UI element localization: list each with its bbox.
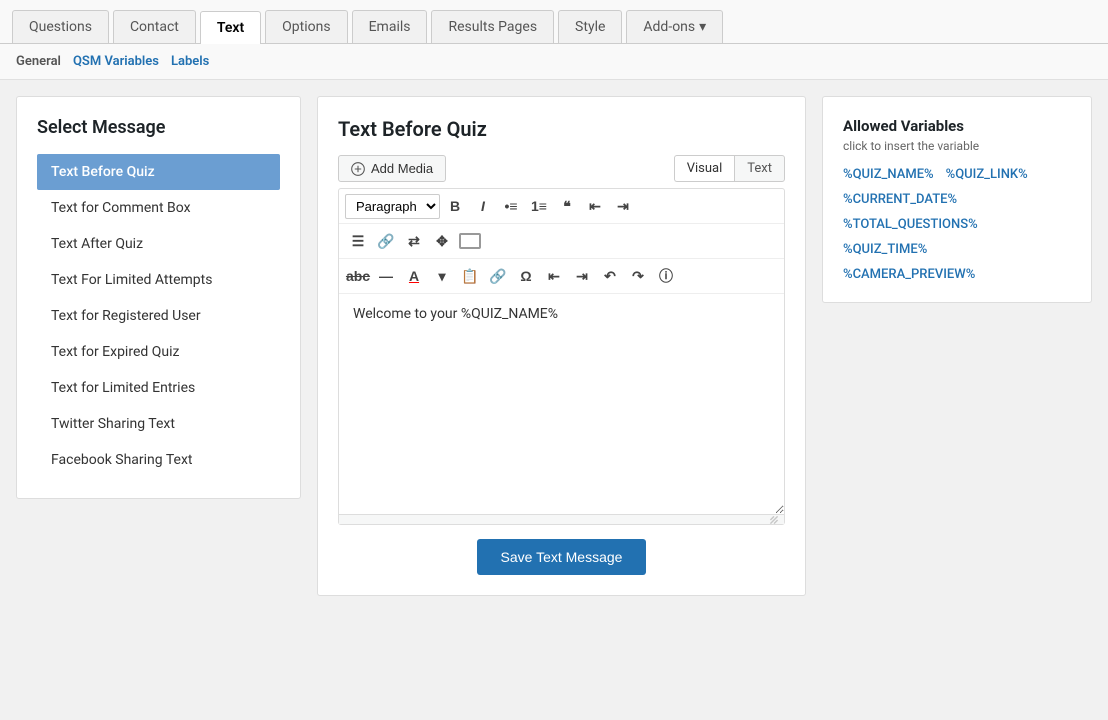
editor-resize-handle [339,514,784,524]
main-content: Select Message Text Before Quiz Text for… [0,80,1108,612]
paste-text-button[interactable]: 📋 [457,263,483,289]
message-item-text-after-quiz[interactable]: Text After Quiz [37,226,280,262]
variable-list: %QUIZ_NAME% %QUIZ_LINK% %CURRENT_DATE% %… [843,167,1071,282]
strikethrough-button[interactable]: abc [345,263,371,289]
right-panel: Allowed Variables click to insert the va… [822,96,1092,303]
tab-results-pages[interactable]: Results Pages [431,10,554,43]
message-item-twitter-sharing-text[interactable]: Twitter Sharing Text [37,406,280,442]
variable-quiz-link[interactable]: %QUIZ_LINK% [946,167,1028,182]
toolbar-row-1: Paragraph Heading 1 Heading 2 Heading 3 … [339,189,784,224]
insert-link2-button[interactable]: 🔗 [485,263,511,289]
italic-button[interactable]: I [470,193,496,219]
unordered-list-button[interactable]: •≡ [498,193,524,219]
bold-button[interactable]: B [442,193,468,219]
message-item-text-for-limited-entries[interactable]: Text for Limited Entries [37,370,280,406]
ordered-list-button[interactable]: 1≡ [526,193,552,219]
variable-current-date[interactable]: %CURRENT_DATE% [843,192,957,207]
tab-emails[interactable]: Emails [352,10,428,43]
message-item-text-for-comment-box[interactable]: Text for Comment Box [37,190,280,226]
link-button[interactable]: 🔗 [373,228,399,254]
select-message-title: Select Message [37,117,280,138]
variable-row-1: %QUIZ_NAME% %QUIZ_LINK% [843,167,1071,182]
top-nav: Questions Contact Text Options Emails Re… [0,0,1108,44]
chevron-down-icon: ▾ [699,19,706,35]
undo-button[interactable]: ↶ [597,263,623,289]
toolbar-row-2: ☰ 🔗 ⇄ ✥ [339,224,784,259]
tab-options[interactable]: Options [265,10,347,43]
view-tab-text[interactable]: Text [734,155,785,182]
add-media-label: Add Media [371,161,433,176]
message-item-text-before-quiz[interactable]: Text Before Quiz [37,154,280,190]
text-color-dropdown[interactable]: ▾ [429,263,455,289]
justify-button[interactable]: ⇄ [401,228,427,254]
add-media-button[interactable]: Add Media [338,155,446,182]
tab-questions[interactable]: Questions [12,10,109,43]
tab-text[interactable]: Text [200,11,261,44]
view-tab-visual[interactable]: Visual [674,155,735,182]
subnav-general[interactable]: General [16,54,61,69]
allowed-variables-subtitle: click to insert the variable [843,139,1071,153]
resize-icon [768,514,780,526]
horizontal-rule-button[interactable]: — [373,263,399,289]
help-button[interactable]: ⓘ [653,263,679,289]
variable-quiz-time[interactable]: %QUIZ_TIME% [843,242,927,257]
message-item-text-for-expired-quiz[interactable]: Text for Expired Quiz [37,334,280,370]
add-ons-label: Add-ons [643,19,695,35]
save-button-row: Save Text Message [338,539,785,575]
omega-button[interactable]: Ω [513,263,539,289]
left-panel: Select Message Text Before Quiz Text for… [16,96,301,499]
toolbar-row-3: abc — A ▾ 📋 🔗 Ω ⇤ ⇥ ↶ ↷ ⓘ [339,259,784,294]
variable-total-questions[interactable]: %TOTAL_QUESTIONS% [843,217,978,232]
editor-toolbar-top: Add Media Visual Text [338,155,785,182]
variable-camera-preview[interactable]: %CAMERA_PREVIEW% [843,267,975,282]
redo-button[interactable]: ↷ [625,263,651,289]
subnav-labels[interactable]: Labels [171,54,209,69]
variable-row-5: %CAMERA_PREVIEW% [843,267,1071,282]
message-list: Text Before Quiz Text for Comment Box Te… [37,154,280,478]
tab-add-ons[interactable]: Add-ons ▾ [626,10,723,43]
indent-button[interactable]: ⇤ [541,263,567,289]
align-left-button[interactable]: ⇤ [582,193,608,219]
variable-row-4: %QUIZ_TIME% [843,242,1071,257]
fullscreen-button[interactable]: ✥ [429,228,455,254]
editor-title: Text Before Quiz [338,117,785,141]
outdent-button[interactable]: ⇥ [569,263,595,289]
subnav-qsm-variables[interactable]: QSM Variables [73,54,159,69]
variable-row-2: %CURRENT_DATE% [843,192,1071,207]
variable-row-3: %TOTAL_QUESTIONS% [843,217,1071,232]
message-item-text-for-limited-attempts[interactable]: Text For Limited Attempts [37,262,280,298]
align-left2-button[interactable]: ☰ [345,228,371,254]
center-panel: Text Before Quiz Add Media Visual Text P… [317,96,806,596]
view-tabs: Visual Text [674,155,785,182]
editor-box: Paragraph Heading 1 Heading 2 Heading 3 … [338,188,785,525]
message-item-facebook-sharing-text[interactable]: Facebook Sharing Text [37,442,280,478]
tab-style[interactable]: Style [558,10,622,43]
sub-nav: General QSM Variables Labels [0,44,1108,80]
tab-contact[interactable]: Contact [113,10,196,43]
color-picker-box [459,233,481,249]
text-color-button[interactable]: A [401,263,427,289]
blockquote-button[interactable]: ❝ [554,193,580,219]
allowed-variables-title: Allowed Variables [843,117,1071,135]
save-text-message-button[interactable]: Save Text Message [477,539,647,575]
variable-quiz-name[interactable]: %QUIZ_NAME% [843,167,934,182]
message-item-text-for-registered-user[interactable]: Text for Registered User [37,298,280,334]
add-media-icon [351,162,365,176]
editor-content[interactable]: Welcome to your %QUIZ_NAME% [339,294,784,514]
align-right-button[interactable]: ⇥ [610,193,636,219]
paragraph-select[interactable]: Paragraph Heading 1 Heading 2 Heading 3 [345,194,440,219]
